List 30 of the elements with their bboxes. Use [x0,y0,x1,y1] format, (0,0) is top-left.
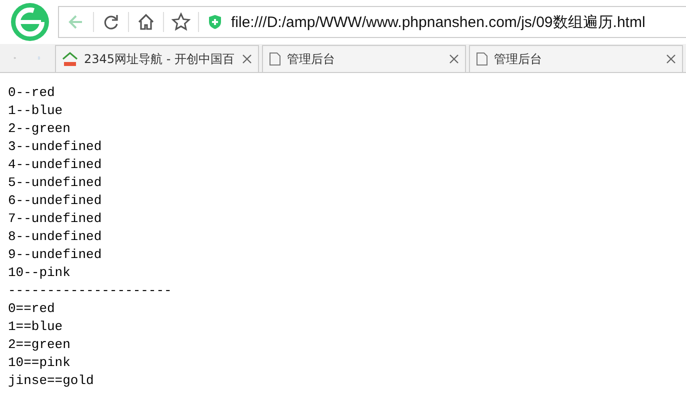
tab-title: 管理后台 [287,50,336,68]
shield-icon [207,14,223,30]
browser-tab[interactable]: 管理后台 [262,45,466,72]
output-line: 7--undefined [8,210,103,228]
output-line: --------------------- [8,282,173,300]
output-line: 9--undefined [8,246,103,264]
page-icon [269,52,281,66]
output-line: 1==blue [8,318,64,336]
output-line: 5--undefined [8,174,103,192]
close-icon[interactable] [666,54,676,64]
output-line: 8--undefined [8,228,103,246]
output-line: 3--undefined [8,138,103,156]
tab-title: 2345网址导航 - 开创中国百 [84,50,236,68]
output-line: jinse==gold [8,372,95,390]
output-line: 10==pink [8,354,72,372]
tab-title: 管理后台 [494,50,543,68]
close-icon[interactable] [449,54,459,64]
output-line: 0--red [8,84,56,102]
output-line: 1--blue [8,102,64,120]
output-line: 0==red [8,300,56,318]
house-icon [62,51,78,67]
page-icon [476,52,488,66]
output-line: 2==green [8,336,72,354]
browser-tab[interactable]: 2345网址导航 - 开创中国百 [55,45,259,72]
output-line: 6--undefined [8,192,103,210]
output-line: 4--undefined [8,156,103,174]
close-icon[interactable] [242,54,252,64]
output-line: 2--green [8,120,72,138]
browser-tab[interactable]: 管理后台 [469,45,683,72]
output-line: 10--pink [8,264,72,282]
